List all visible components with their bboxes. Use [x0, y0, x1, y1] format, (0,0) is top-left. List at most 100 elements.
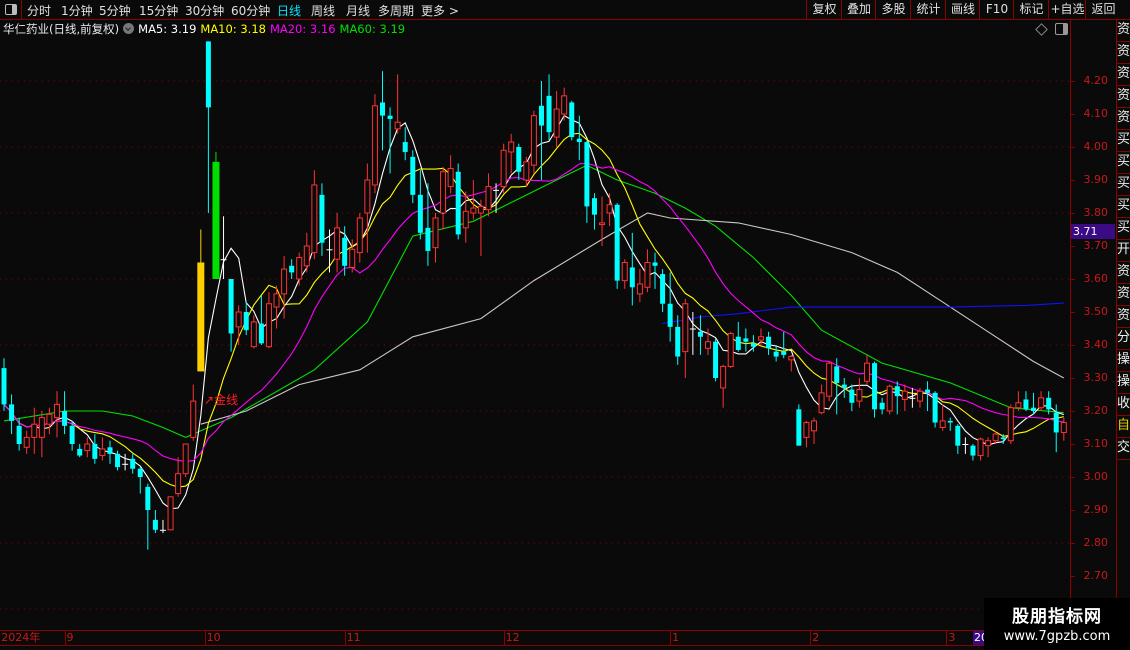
toolbar-button-6[interactable]: 标记 [1013, 0, 1049, 19]
side-tab[interactable]: 分 [1116, 328, 1130, 350]
candle-body [152, 519, 158, 530]
candle-body [660, 274, 666, 304]
period-tab-9[interactable]: 多周期 [378, 2, 414, 19]
candle [886, 384, 893, 415]
toolbar-button-4[interactable]: 画线 [945, 0, 980, 19]
candle [652, 252, 658, 289]
y-tick-label: 2.70 [1083, 569, 1109, 582]
side-tab[interactable]: 资 [1116, 284, 1130, 306]
period-tab-7[interactable]: 周线 [311, 2, 335, 19]
side-tab[interactable]: 买 [1116, 174, 1130, 196]
candle-body [629, 267, 635, 288]
ma10-line [3, 132, 1064, 488]
period-tab-10[interactable]: 更多 > [421, 2, 459, 19]
candle-body [417, 194, 423, 233]
side-tab[interactable]: 资 [1116, 42, 1130, 64]
side-tab[interactable]: 买 [1116, 196, 1130, 218]
y-tick-label: 3.30 [1083, 371, 1109, 384]
side-tab[interactable]: 买 [1116, 218, 1130, 240]
indicator-lines [3, 114, 1065, 510]
time-label: 2 [810, 631, 820, 645]
side-tab[interactable]: 资 [1116, 86, 1130, 108]
period-tab-5[interactable]: 60分钟 [231, 2, 270, 19]
side-tab[interactable]: 资 [1116, 262, 1130, 284]
side-tab[interactable]: 资 [1116, 20, 1130, 42]
side-tab[interactable]: 操 [1116, 372, 1130, 394]
candle-body [863, 362, 870, 382]
toolbar-button-8[interactable]: 返回 [1085, 0, 1121, 19]
side-tab[interactable]: 买 [1116, 152, 1130, 174]
toolbar-button-3[interactable]: 统计 [910, 0, 946, 19]
candle-body [932, 392, 938, 423]
candle [394, 74, 401, 134]
side-tab[interactable]: 自 [1116, 416, 1130, 438]
toolbar-button-2[interactable]: 多股 [875, 0, 911, 19]
candle [243, 302, 249, 336]
candle-body [175, 473, 182, 495]
y-tick-label: 2.90 [1083, 503, 1109, 516]
period-tab-6[interactable]: 日线 [277, 2, 301, 19]
period-tab-3[interactable]: 15分钟 [139, 2, 178, 19]
layout-toggle-icon[interactable] [0, 0, 22, 19]
y-tick-mark [1071, 180, 1075, 181]
panel-toggle-icon[interactable] [1055, 23, 1068, 35]
toolbar-button-1[interactable]: 叠加 [841, 0, 876, 19]
candle-body [788, 356, 795, 361]
candle-body [432, 217, 439, 249]
y-tick-label: 3.00 [1083, 470, 1109, 483]
time-label: 12 [503, 631, 520, 645]
candle [834, 358, 840, 415]
candle [387, 107, 393, 174]
candle [326, 229, 333, 273]
period-tab-0[interactable]: 分时 [27, 2, 51, 19]
dropdown-icon[interactable] [123, 23, 135, 34]
side-tab[interactable]: 交 [1116, 438, 1130, 460]
side-tab[interactable]: 买 [1116, 130, 1130, 152]
side-tab[interactable]: 资 [1116, 306, 1130, 328]
side-tab[interactable]: 操 [1116, 350, 1130, 372]
candle-body [107, 447, 113, 454]
candle [122, 453, 129, 471]
candle-body [311, 184, 318, 254]
y-tick-label: 3.50 [1083, 305, 1109, 318]
candle-body [523, 161, 530, 181]
period-tab-8[interactable]: 月线 [346, 2, 370, 19]
side-tab[interactable]: 资 [1116, 64, 1130, 86]
candle [23, 430, 30, 454]
period-tab-2[interactable]: 5分钟 [99, 2, 131, 19]
candle-body [576, 138, 582, 143]
period-tab-4[interactable]: 30分钟 [185, 2, 224, 19]
candle [856, 378, 863, 408]
y-tick-mark [1071, 213, 1075, 214]
candle-body [410, 156, 416, 195]
toolbar-button-5[interactable]: F10 [979, 0, 1014, 19]
candle-body [84, 443, 91, 452]
candle [99, 437, 106, 461]
y-tick-mark [1071, 279, 1075, 280]
candle [621, 259, 628, 289]
chart-legend: 华仁药业(日线,前复权) MA5: 3.19 MA10: 3.18 MA20: 3.1… [3, 21, 409, 37]
legend-ma60: MA60: 3.19 [339, 22, 406, 36]
candle-body [879, 402, 885, 410]
candle [735, 321, 741, 352]
side-tab[interactable]: 资 [1116, 108, 1130, 130]
time-label: 2024年 [1, 631, 41, 644]
candle [92, 434, 98, 464]
candle [636, 269, 643, 303]
y-tick-label: 3.60 [1083, 272, 1109, 285]
candle-body [985, 440, 992, 447]
candle [334, 213, 341, 273]
side-tab[interactable]: 开 [1116, 240, 1130, 262]
toolbar-button-7[interactable]: +自选 [1048, 0, 1086, 19]
toolbar-button-0[interactable]: 复权 [806, 0, 842, 19]
candle-body [1060, 422, 1067, 433]
watermark-title: 股朋指标网 [1012, 607, 1102, 627]
y-tick-label: 3.80 [1083, 206, 1109, 219]
side-tabs: 资资资资资买买买买买开资资资分操操收自交 [1116, 20, 1130, 630]
candle-body [31, 423, 38, 438]
candle-body [16, 425, 22, 444]
period-tab-1[interactable]: 1分钟 [61, 2, 93, 19]
candlestick-chart[interactable] [0, 0, 1070, 630]
side-tab[interactable]: 收 [1116, 394, 1130, 416]
candle [250, 315, 257, 349]
